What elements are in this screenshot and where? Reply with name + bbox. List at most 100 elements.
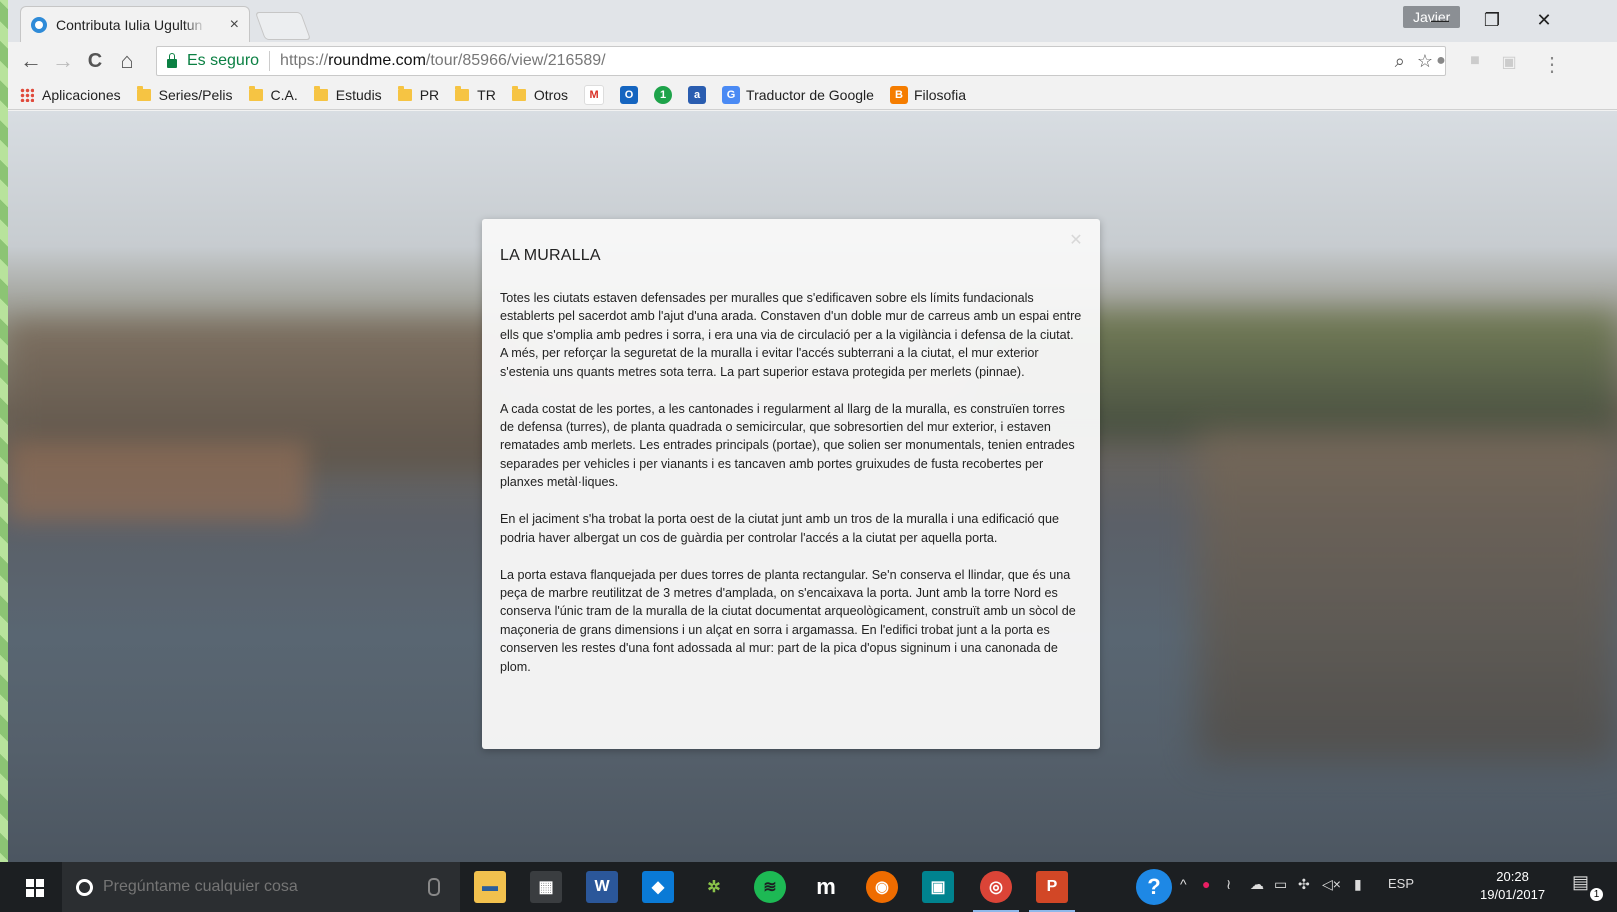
tray-app-icon[interactable]: ● [1202, 876, 1210, 892]
roundme-favicon-icon [31, 16, 47, 33]
bookmark-outlook[interactable]: O [620, 85, 644, 104]
notification-center-icon[interactable]: ▤ [1572, 872, 1589, 893]
tab-strip: Contributa Iulia Ugultun × Javier — ❐ ✕ [8, 0, 1617, 42]
bookmarks-bar: Aplicaciones Series/Pelis C.A. Estudis P… [8, 80, 1617, 110]
reload-icon[interactable]: C [82, 48, 108, 74]
apps-grid-icon [20, 87, 34, 102]
file-explorer-icon[interactable]: ▬ [474, 871, 506, 903]
new-tab-button[interactable] [254, 12, 312, 40]
green-circle-icon: 1 [654, 85, 673, 104]
blue-a-icon: a [688, 85, 707, 104]
bookmark-gmail[interactable]: M [584, 84, 610, 105]
bookmark-folder-pr[interactable]: PR [397, 85, 440, 103]
bookmark-filosofia[interactable]: B Filosofia [889, 85, 966, 104]
microphone-icon[interactable] [428, 878, 440, 896]
browser-toolbar: ← → C ⌂ Es seguro https://roundme.com/to… [8, 42, 1617, 80]
tray-small-icon[interactable]: ▮ [1354, 876, 1362, 893]
dropbox-icon[interactable]: ◆ [642, 871, 674, 903]
modal-paragraph: A cada costat de les portes, a les canto… [500, 401, 1075, 490]
bookmark-label: PR [419, 86, 440, 103]
cortana-search[interactable] [62, 862, 460, 912]
clock-date: 19/01/2017 [1480, 887, 1546, 902]
url-path: /tour/85966/view/216589/ [425, 52, 606, 69]
url-scheme: https:// [280, 52, 329, 69]
cloud-icon[interactable]: ☁ [1250, 876, 1264, 893]
restore-button[interactable]: ❐ [1482, 10, 1502, 31]
panorama-viewer[interactable]: ✕ LA MURALLA Totes les ciutats estaven d… [8, 111, 1617, 862]
tab-title: Contributa Iulia Ugultun [56, 16, 203, 33]
m-app-icon[interactable]: m [810, 871, 842, 903]
folder-icon [397, 85, 412, 101]
google-translate-icon: G [722, 85, 741, 104]
language-indicator[interactable]: ESP [1388, 876, 1414, 891]
notification-count-badge: 1 [1590, 888, 1603, 901]
blurred-wall-left [8, 441, 308, 521]
word-icon[interactable]: W [586, 871, 618, 903]
volume-muted-icon[interactable]: ◁× [1322, 876, 1341, 893]
minimize-button[interactable]: — [1430, 10, 1450, 31]
bookmark-folder-otros[interactable]: Otros [511, 85, 568, 103]
close-window-button[interactable]: ✕ [1534, 10, 1554, 31]
modal-paragraph: La porta estava flanquejada per dues tor… [500, 567, 1076, 674]
folder-icon [248, 85, 263, 101]
address-bar[interactable]: Es seguro https://roundme.com/tour/85966… [156, 46, 1446, 76]
bookmark-label: Aplicaciones [42, 86, 121, 103]
bookmark-label: Series/Pelis [158, 86, 233, 103]
extension-hand-icon[interactable]: ■ [1466, 52, 1484, 70]
media-app-icon[interactable]: ◉ [866, 871, 898, 903]
bookmark-blue-app[interactable]: a [688, 85, 712, 104]
modal-paragraph: En el jaciment s'ha trobat la porta oest… [500, 512, 1059, 545]
taskbar-clock[interactable]: 20:28 19/01/2017 [1480, 868, 1545, 904]
chrome-icon[interactable]: ◎ [973, 871, 1019, 912]
blogger-icon: B [889, 85, 908, 104]
help-icon[interactable]: ? [1136, 869, 1172, 905]
info-modal: ✕ LA MURALLA Totes les ciutats estaven d… [482, 219, 1100, 749]
home-icon[interactable]: ⌂ [114, 48, 140, 74]
gmail-icon: M [584, 84, 605, 105]
bookmark-folder-ca[interactable]: C.A. [248, 85, 298, 103]
cortana-search-input[interactable] [101, 877, 405, 897]
extension-bulb-icon[interactable]: ● [1432, 52, 1450, 70]
bookmark-star-icon[interactable]: ☆ [1417, 51, 1433, 72]
windows-taskbar: ▬ ▦ W ◆ ✲ ≋ m ◉ ▣ ◎ P ? ^ ● ≀ ☁ ▭ ✣ ◁× ▮… [0, 862, 1617, 912]
folder-icon [455, 85, 470, 101]
url-text[interactable]: https://roundme.com/tour/85966/view/2165… [280, 52, 606, 70]
chevron-up-icon[interactable]: ^ [1180, 876, 1187, 892]
folder-icon [511, 85, 526, 101]
modal-paragraph: Totes les ciutats estaven defensades per… [500, 291, 1082, 379]
bookmark-label: TR [477, 86, 496, 103]
secure-label: Es seguro [187, 52, 260, 69]
bookmark-label: Estudis [335, 86, 382, 103]
calendar-icon[interactable]: ▦ [530, 871, 562, 903]
spotify-icon[interactable]: ≋ [754, 871, 786, 903]
back-arrow-icon[interactable]: ← [18, 48, 44, 74]
dropbox-tray-icon[interactable]: ✣ [1298, 876, 1310, 893]
powerpoint-icon[interactable]: P [1029, 871, 1075, 912]
battery-icon[interactable]: ▭ [1274, 876, 1287, 893]
bookmark-label: C.A. [270, 86, 298, 103]
url-host: roundme.com [328, 52, 426, 69]
extension-box-icon[interactable]: ▣ [1500, 52, 1518, 71]
outlook-icon: O [620, 85, 639, 104]
bookmark-folder-estudis[interactable]: Estudis [313, 85, 382, 103]
clock-time: 20:28 [1496, 869, 1529, 884]
folder-icon [313, 85, 328, 101]
zoom-icon[interactable]: ⌕ [1395, 51, 1405, 72]
browser-tab[interactable]: Contributa Iulia Ugultun × [20, 6, 250, 42]
bookmark-translate[interactable]: G Traductor de Google [722, 85, 874, 104]
modal-title: LA MURALLA [500, 247, 601, 264]
forward-arrow-icon[interactable]: → [50, 48, 76, 74]
chrome-menu-icon[interactable]: ⋮ [1542, 52, 1562, 76]
network-icon[interactable]: ≀ [1226, 876, 1231, 893]
bookmark-folder-series[interactable]: Series/Pelis [136, 85, 233, 103]
tab-close-icon[interactable]: × [230, 16, 239, 34]
blurred-wall-right [1197, 431, 1617, 761]
close-icon[interactable]: ✕ [1068, 233, 1084, 249]
game-app-icon[interactable]: ▣ [922, 871, 954, 903]
bookmark-green-app[interactable]: 1 [654, 85, 678, 104]
windows-start-icon[interactable] [26, 879, 44, 897]
leaf-app-icon[interactable]: ✲ [698, 871, 730, 903]
cortana-circle-icon [76, 878, 93, 896]
bookmark-apps[interactable]: Aplicaciones [20, 87, 121, 103]
bookmark-folder-tr[interactable]: TR [455, 85, 496, 103]
